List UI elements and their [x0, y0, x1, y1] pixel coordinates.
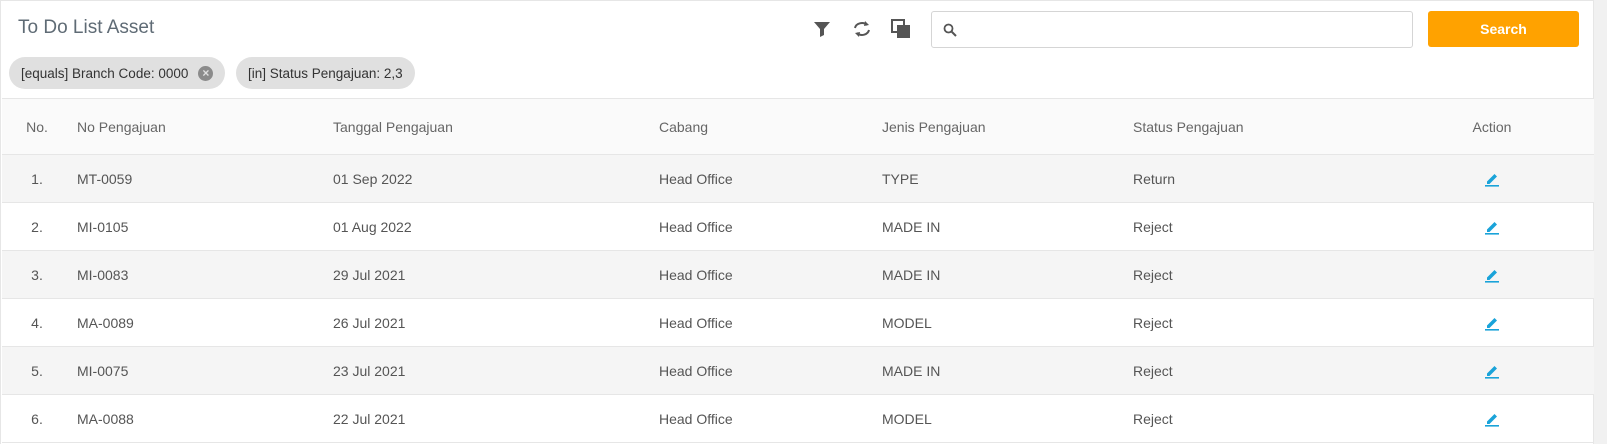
filter-icon[interactable] [811, 18, 833, 40]
row-number: 4. [31, 314, 43, 331]
action-cell [1442, 395, 1542, 442]
table-row: 5. MI-0075 23 Jul 2021 Head Office MADE … [2, 347, 1594, 395]
jenis-cell: MADE IN [882, 218, 941, 235]
table-row: 6. MA-0088 22 Jul 2021 Head Office MODEL… [2, 395, 1594, 443]
status-cell: Reject [1133, 266, 1173, 283]
tanggal-cell: 26 Jul 2021 [333, 314, 406, 331]
page-scrollbar[interactable] [1594, 0, 1607, 444]
copy-icon[interactable] [890, 18, 912, 40]
table-header-row: No. No Pengajuan Tanggal Pengajuan Caban… [2, 99, 1594, 155]
page-frame: To Do List Asset Search [equals] Branch … [0, 0, 1594, 444]
row-number: 2. [31, 218, 43, 235]
column-header-cabang: Cabang [659, 118, 709, 135]
column-header-tanggal-pengajuan: Tanggal Pengajuan [333, 118, 453, 135]
row-number: 3. [31, 266, 43, 283]
column-header-no: No. [26, 118, 48, 135]
status-cell: Reject [1133, 314, 1173, 331]
status-cell: Return [1133, 170, 1176, 187]
table-row: 1. MT-0059 01 Sep 2022 Head Office TYPE … [2, 155, 1594, 203]
edit-icon[interactable] [1484, 171, 1500, 187]
status-cell: Reject [1133, 218, 1173, 235]
no-pengajuan-cell: MA-0088 [77, 410, 134, 427]
jenis-cell: MODEL [882, 410, 932, 427]
edit-icon[interactable] [1484, 219, 1500, 235]
row-number: 1. [31, 170, 43, 187]
status-cell: Reject [1133, 362, 1173, 379]
no-pengajuan-cell: MA-0089 [77, 314, 134, 331]
filter-chip-label: [in] Status Pengajuan: 2,3 [248, 65, 403, 81]
edit-icon[interactable] [1484, 315, 1500, 331]
edit-icon[interactable] [1484, 267, 1500, 283]
no-pengajuan-cell: MT-0059 [77, 170, 133, 187]
search-input[interactable] [966, 13, 1406, 46]
column-header-jenis-pengajuan: Jenis Pengajuan [882, 118, 986, 135]
column-header-no-pengajuan: No Pengajuan [77, 118, 166, 135]
jenis-cell: MODEL [882, 314, 932, 331]
no-pengajuan-cell: MI-0105 [77, 218, 129, 235]
table-row: 4. MA-0089 26 Jul 2021 Head Office MODEL… [2, 299, 1594, 347]
tanggal-cell: 29 Jul 2021 [333, 266, 406, 283]
cabang-cell: Head Office [659, 218, 733, 235]
filter-chip-branch-code: [equals] Branch Code: 0000 × [9, 57, 226, 89]
tanggal-cell: 22 Jul 2021 [333, 410, 406, 427]
action-cell [1442, 347, 1542, 394]
todo-table: No. No Pengajuan Tanggal Pengajuan Caban… [2, 98, 1594, 443]
filter-chip-status-pengajuan: [in] Status Pengajuan: 2,3 [236, 57, 415, 89]
tanggal-cell: 01 Aug 2022 [333, 218, 412, 235]
action-cell [1442, 299, 1542, 346]
cabang-cell: Head Office [659, 266, 733, 283]
table-row: 2. MI-0105 01 Aug 2022 Head Office MADE … [2, 203, 1594, 251]
column-header-action: Action [1472, 118, 1512, 135]
cabang-cell: Head Office [659, 362, 733, 379]
search-field[interactable] [931, 11, 1413, 48]
edit-icon[interactable] [1484, 363, 1500, 379]
tanggal-cell: 01 Sep 2022 [333, 170, 413, 187]
filter-chip-label: [equals] Branch Code: 0000 [21, 65, 189, 81]
table-row: 3. MI-0083 29 Jul 2021 Head Office MADE … [2, 251, 1594, 299]
close-icon[interactable]: × [198, 65, 214, 81]
action-cell [1442, 203, 1542, 250]
action-cell [1442, 251, 1542, 298]
jenis-cell: MADE IN [882, 362, 941, 379]
tanggal-cell: 23 Jul 2021 [333, 362, 406, 379]
no-pengajuan-cell: MI-0083 [77, 266, 129, 283]
cabang-cell: Head Office [659, 410, 733, 427]
edit-icon[interactable] [1484, 411, 1500, 427]
status-cell: Reject [1133, 410, 1173, 427]
search-button[interactable]: Search [1428, 11, 1579, 47]
cabang-cell: Head Office [659, 314, 733, 331]
row-number: 5. [31, 362, 43, 379]
column-header-status-pengajuan: Status Pengajuan [1133, 118, 1244, 135]
jenis-cell: MADE IN [882, 266, 941, 283]
search-icon [943, 23, 957, 42]
row-number: 6. [31, 410, 43, 427]
cabang-cell: Head Office [659, 170, 733, 187]
jenis-cell: TYPE [882, 170, 919, 187]
refresh-icon[interactable] [851, 18, 873, 40]
no-pengajuan-cell: MI-0075 [77, 362, 129, 379]
action-cell [1442, 155, 1542, 202]
page-title: To Do List Asset [18, 17, 155, 38]
